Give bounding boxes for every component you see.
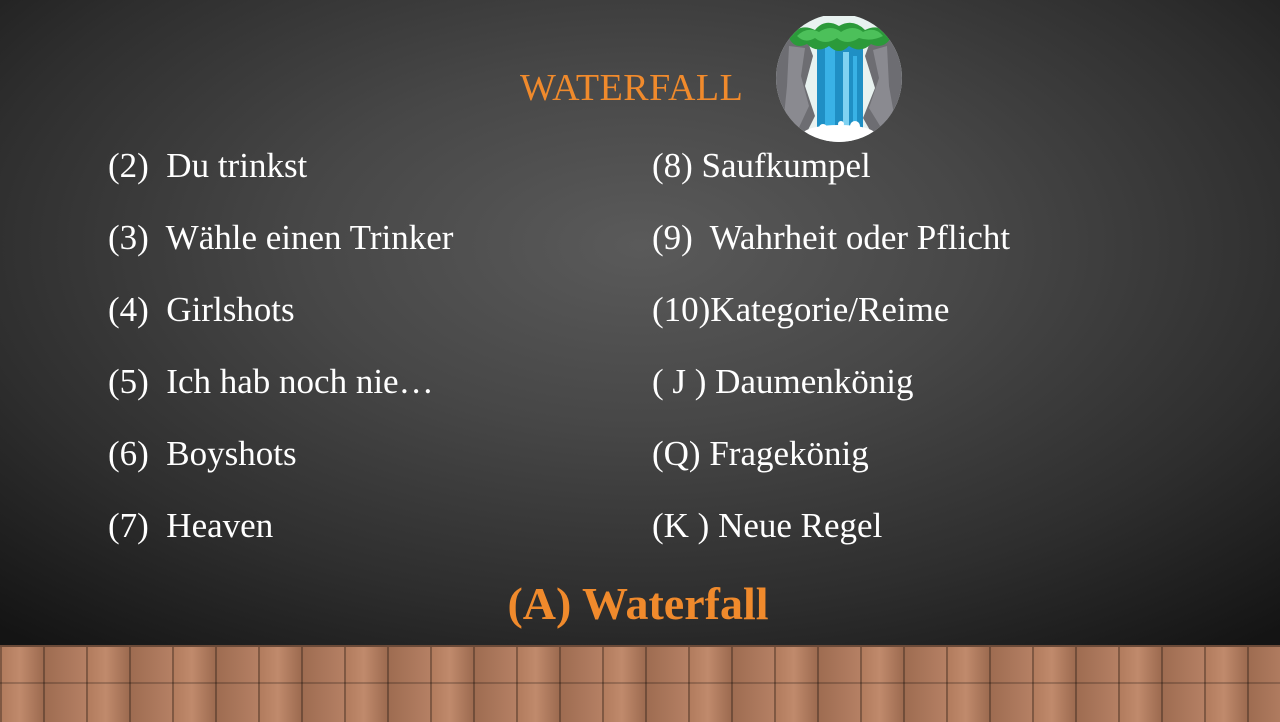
- rule-item: (Q) Fragekönig: [652, 434, 869, 473]
- rules-list-left: (2) Du trinkst (3) Wähle einen Trinker (…: [108, 140, 453, 572]
- waterfall-icon: [775, 16, 903, 146]
- rule-item: (2) Du trinkst: [108, 146, 308, 185]
- rule-item: (5) Ich hab noch nie…: [108, 362, 434, 401]
- rule-item: (K ) Neue Regel: [652, 506, 883, 545]
- highlighted-rule-text: (A) Waterfall: [507, 578, 769, 629]
- rule-item: (8) Saufkumpel: [652, 146, 871, 185]
- rule-item: (4) Girlshots: [108, 290, 295, 329]
- rule-item: (9) Wahrheit oder Pflicht: [652, 218, 1011, 257]
- rule-item: ( J ) Daumenkönig: [652, 362, 914, 401]
- wooden-floor: [0, 645, 1280, 722]
- highlighted-rule: (A) Waterfall: [0, 577, 1280, 630]
- slide-title: WATERFALL: [520, 67, 744, 109]
- rule-item: (3) Wähle einen Trinker: [108, 218, 454, 257]
- rule-item: (7) Heaven: [108, 506, 274, 545]
- rules-list-right: (8) Saufkumpel (9) Wahrheit oder Pflicht…: [652, 140, 1010, 572]
- rule-item: (10)Kategorie/Reime: [652, 290, 950, 329]
- rule-item: (6) Boyshots: [108, 434, 297, 473]
